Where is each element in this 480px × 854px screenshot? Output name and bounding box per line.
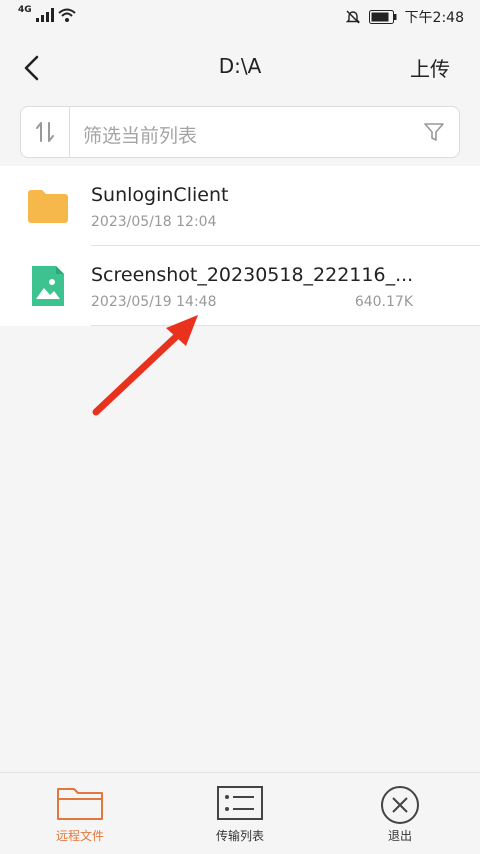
page-title: D:\A (218, 54, 262, 78)
upload-button[interactable]: 上传 (410, 53, 450, 82)
list-icon (217, 786, 263, 820)
mute-bell-icon (345, 10, 360, 24)
sort-button[interactable] (21, 107, 70, 157)
exit-icon (381, 786, 419, 824)
image-file-icon (32, 266, 64, 306)
file-date: 2023/05/18 12:04 (91, 214, 217, 230)
filter-bar: 筛选当前列表 (20, 106, 460, 158)
status-left: 4G (18, 5, 76, 22)
file-size: 640.17K (354, 294, 413, 310)
bottom-nav: 远程文件 传输列表 退出 (0, 772, 480, 854)
row-divider (91, 325, 480, 326)
nav-label: 退出 (387, 829, 412, 843)
nav-remote-files[interactable]: 远程文件 (0, 773, 160, 854)
nav-exit[interactable]: 退出 (320, 773, 480, 854)
sort-icon (36, 122, 54, 142)
filter-input[interactable]: 筛选当前列表 (83, 121, 197, 148)
file-list: SunloginClient 2023/05/18 12:04 Screensh… (0, 166, 480, 326)
status-bar: 4G 下午2:48 (0, 0, 480, 34)
file-row-folder[interactable]: SunloginClient 2023/05/18 12:04 (0, 166, 480, 246)
file-name: Screenshot_20230518_222116_... (91, 264, 414, 286)
nav-label: 传输列表 (215, 829, 264, 843)
battery-icon (368, 10, 397, 24)
status-time: 下午2:48 (404, 10, 464, 26)
file-date: 2023/05/19 14:48 (91, 294, 217, 310)
header: D:\A 上传 (0, 34, 480, 100)
funnel-icon (424, 123, 444, 141)
signal-icon (35, 8, 54, 22)
folder-icon (57, 788, 103, 820)
nav-transfer-list[interactable]: 传输列表 (160, 773, 320, 854)
filter-button[interactable] (423, 121, 445, 147)
network-type: 4G (18, 5, 32, 15)
nav-label: 远程文件 (55, 829, 104, 843)
folder-icon (28, 190, 68, 223)
file-row-image[interactable]: Screenshot_20230518_222116_... 2023/05/1… (0, 246, 480, 326)
status-right: 下午2:48 (345, 7, 464, 27)
file-name: SunloginClient (91, 184, 229, 206)
wifi-icon (57, 8, 76, 22)
